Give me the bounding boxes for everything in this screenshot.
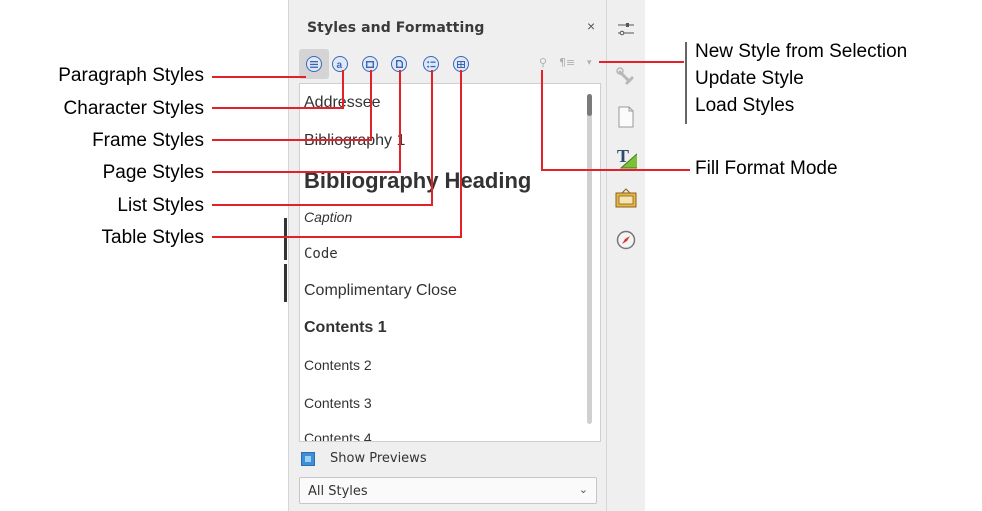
show-previews-checkbox[interactable] (301, 451, 315, 466)
callout-table-styles: Table Styles (101, 227, 204, 248)
style-item-bibliography-heading[interactable]: Bibliography Heading (304, 168, 531, 194)
panel-edge-marker (284, 264, 287, 302)
navigator-icon[interactable] (615, 229, 637, 251)
style-filter-select[interactable]: All Styles ⌄ (299, 477, 597, 504)
chevron-down-icon: ⌄ (578, 484, 588, 496)
callout-load-styles: Load Styles (695, 95, 795, 116)
style-item-contents-3[interactable]: Contents 3 (304, 395, 372, 411)
svg-text:T: T (617, 146, 629, 166)
style-item-complimentary-close[interactable]: Complimentary Close (304, 282, 457, 300)
table-styles-button[interactable] (453, 56, 469, 72)
properties-icon[interactable] (615, 18, 637, 40)
panel-title: Styles and Formatting (307, 20, 485, 36)
new-style-from-selection-button[interactable]: ¶≡ (559, 56, 575, 69)
paragraph-styles-button[interactable] (306, 56, 322, 72)
callout-page-styles: Page Styles (102, 162, 204, 183)
fill-format-mode-button[interactable]: ⚲ (539, 56, 547, 69)
scrollbar-thumb[interactable] (587, 94, 592, 116)
style-item-caption[interactable]: Caption (304, 209, 352, 225)
frame-styles-icon (366, 60, 374, 68)
styles-list: Addressee Bibliography 1 Bibliography He… (299, 83, 601, 442)
style-filter-value: All Styles (308, 484, 368, 499)
list-styles-icon (426, 60, 435, 68)
panel-edge-marker (284, 218, 287, 260)
style-item-addressee[interactable]: Addressee (304, 94, 381, 112)
callout-paragraph-styles: Paragraph Styles (58, 65, 204, 86)
page-styles-icon (395, 60, 403, 68)
callout-fill-format-mode: Fill Format Mode (695, 158, 838, 179)
gallery-icon[interactable] (615, 187, 637, 209)
callout-update-style: Update Style (695, 68, 804, 89)
callout-frame-styles: Frame Styles (92, 130, 204, 151)
callout-character-styles: Character Styles (63, 98, 204, 119)
show-previews-label: Show Previews (330, 451, 427, 466)
style-item-code[interactable]: Code (304, 246, 338, 262)
paragraph-styles-icon (310, 60, 318, 68)
frame-styles-button[interactable] (362, 56, 378, 72)
svg-text:a: a (336, 60, 342, 69)
style-item-contents-2[interactable]: Contents 2 (304, 357, 372, 373)
styles-icon[interactable]: T (615, 146, 637, 169)
close-button[interactable]: × (587, 18, 595, 34)
table-styles-icon (457, 60, 465, 68)
page-styles-button[interactable] (391, 56, 407, 72)
callout-new-style-from-selection: New Style from Selection (695, 41, 908, 62)
style-item-contents-1[interactable]: Contents 1 (304, 319, 387, 337)
new-style-dropdown-button[interactable]: ▾ (587, 58, 592, 68)
sidebar-deck: T (606, 0, 645, 511)
character-styles-button[interactable]: a (332, 56, 348, 72)
style-item-bibliography-1[interactable]: Bibliography 1 (304, 132, 405, 150)
character-styles-icon: a (336, 60, 342, 69)
list-styles-button[interactable] (423, 56, 439, 72)
list-scrollbar[interactable] (587, 94, 592, 424)
styles-sidebar-panel: Styles and Formatting × a ⚲ ¶≡ ▾ Address… (288, 0, 607, 511)
style-item-contents-4[interactable]: Contents 4 (304, 430, 372, 441)
callout-list-styles: List Styles (117, 195, 204, 216)
page-icon[interactable] (615, 106, 637, 128)
show-previews-toggle[interactable]: Show Previews (301, 451, 427, 466)
wrench-icon[interactable] (615, 66, 637, 88)
